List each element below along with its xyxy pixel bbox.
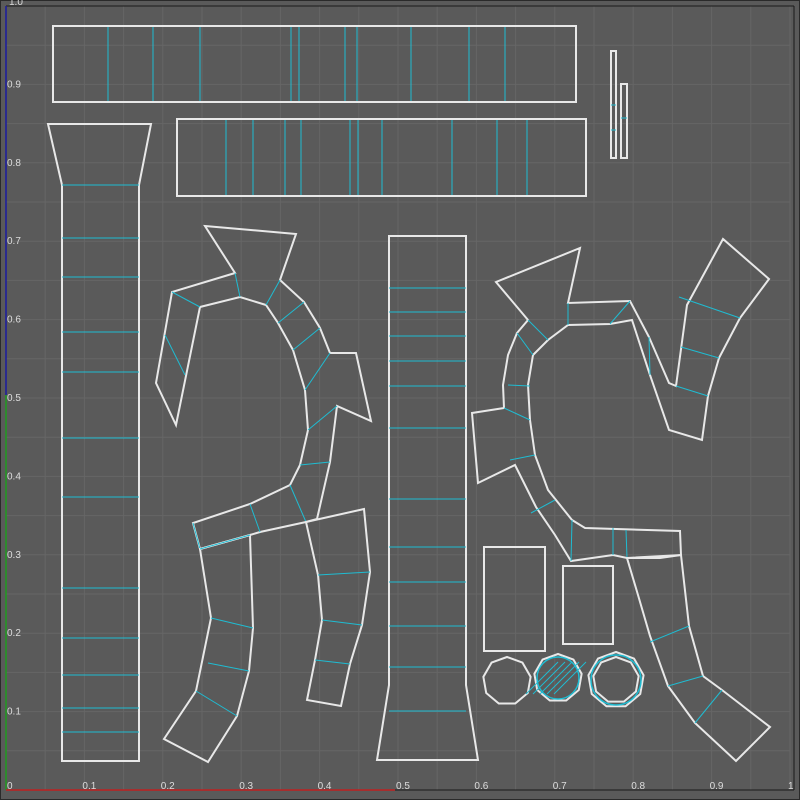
uv-editor-viewport[interactable]: 0 0.1 0.2 0.3 0.4 0.5 0.6 0.7 0.8 0.9 1 0.1 0.2 0.3 0.…	[0, 0, 800, 800]
y-tick-label: 0.7	[7, 236, 21, 247]
y-tick-label: 0.3	[7, 550, 21, 561]
x-tick-label: 0.1	[82, 781, 96, 792]
y-tick-label: 0.2	[7, 628, 21, 639]
x-tick-label: 0.8	[631, 781, 645, 792]
x-tick-label: 0.9	[710, 781, 724, 792]
corner-top-label: 1.0	[9, 0, 23, 8]
y-tick-label: 0.5	[7, 393, 21, 404]
x-tick-label: 0	[7, 781, 13, 792]
y-tick-label: 0.6	[7, 315, 21, 326]
y-tick-label: 0.9	[7, 79, 21, 90]
x-tick-label: 0.5	[396, 781, 410, 792]
x-tick-label: 1	[788, 781, 794, 792]
x-tick-label: 0.4	[318, 781, 332, 792]
y-tick-label: 0.8	[7, 158, 21, 169]
x-tick-label: 0.7	[553, 781, 567, 792]
x-tick-label: 0.6	[474, 781, 488, 792]
y-tick-label: 0.4	[7, 471, 21, 482]
x-tick-label: 0.3	[239, 781, 253, 792]
x-tick-label: 0.2	[161, 781, 175, 792]
y-tick-label: 0.1	[7, 707, 21, 718]
